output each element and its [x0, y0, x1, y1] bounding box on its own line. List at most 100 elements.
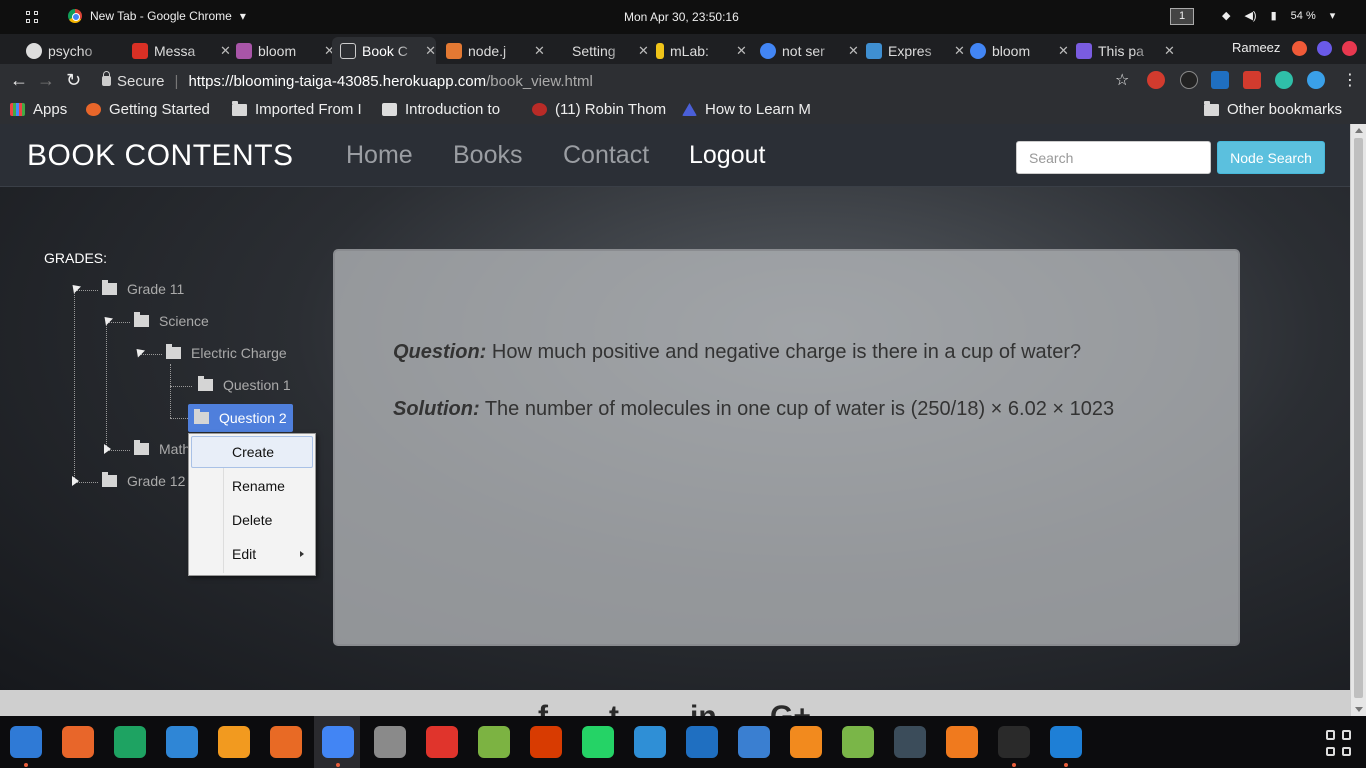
- nav-home[interactable]: Home: [346, 141, 413, 170]
- workspace-indicator[interactable]: 1: [1170, 8, 1194, 25]
- close-window-button[interactable]: [1342, 41, 1357, 56]
- node-search-button[interactable]: Node Search: [1217, 141, 1325, 174]
- adblock-icon[interactable]: [1147, 71, 1165, 89]
- vscode-icon[interactable]: [1050, 726, 1082, 758]
- close-tab-icon[interactable]: ✕: [736, 43, 747, 59]
- expand-toggle-icon[interactable]: [100, 313, 114, 326]
- page-scrollbar[interactable]: [1350, 124, 1366, 716]
- browser-tab[interactable]: Setting ✕: [542, 37, 649, 64]
- menu-item-delete[interactable]: Delete: [191, 504, 313, 536]
- close-tab-icon[interactable]: ✕: [425, 43, 436, 59]
- linkedin-extension-icon[interactable]: [1211, 71, 1229, 89]
- nav-books[interactable]: Books: [453, 141, 522, 170]
- menu-item-rename[interactable]: Rename: [191, 470, 313, 502]
- nav-logout[interactable]: Logout: [689, 141, 765, 170]
- files-icon[interactable]: [10, 726, 42, 758]
- bookmark-other[interactable]: Other bookmarks: [1204, 100, 1342, 118]
- extension-m-icon[interactable]: [1275, 71, 1293, 89]
- forward-button[interactable]: →: [37, 70, 55, 91]
- site-brand[interactable]: BOOK CONTENTS: [27, 139, 294, 173]
- slides-icon[interactable]: [218, 726, 250, 758]
- show-apps-icon[interactable]: [1326, 730, 1352, 756]
- search-input[interactable]: [1016, 141, 1211, 174]
- office-icon[interactable]: [530, 726, 562, 758]
- fish-icon[interactable]: [634, 726, 666, 758]
- activities-icon[interactable]: [26, 11, 38, 23]
- steam-icon[interactable]: [894, 726, 926, 758]
- browser-tab[interactable]: mLab: ✕: [648, 37, 747, 64]
- menu-item-create[interactable]: Create: [191, 436, 313, 468]
- bookmark-star-icon[interactable]: ☆: [1115, 70, 1129, 90]
- browser-tab[interactable]: Expres ✕: [858, 37, 965, 64]
- google-plus-icon[interactable]: G+: [770, 700, 811, 716]
- browser-tab[interactable]: not ser ✕: [752, 37, 859, 64]
- tree-node-math[interactable]: Math: [130, 437, 194, 461]
- tree-node-question-1[interactable]: Question 1: [194, 373, 295, 397]
- scroll-up-icon[interactable]: [1355, 128, 1363, 133]
- tree-node-grade-12[interactable]: Grade 12: [98, 469, 189, 493]
- twitter-icon[interactable]: t: [609, 700, 619, 716]
- address-bar[interactable]: Secure | https://blooming-taiga-43085.he…: [92, 69, 1142, 93]
- collapsed-toggle-icon[interactable]: [104, 444, 111, 454]
- linkedin-icon[interactable]: in: [690, 700, 717, 716]
- whatsapp-icon[interactable]: [582, 726, 614, 758]
- browser-tab[interactable]: This pa ✕: [1068, 37, 1175, 64]
- android-studio-icon[interactable]: [478, 726, 510, 758]
- docs-icon[interactable]: [166, 726, 198, 758]
- folder-icon: [102, 472, 117, 487]
- collapsed-toggle-icon[interactable]: [72, 476, 79, 486]
- clock[interactable]: Mon Apr 30, 23:50:16: [624, 10, 739, 24]
- tree-node-question-2[interactable]: Question 2: [188, 404, 293, 432]
- bookmark-how-to-learn[interactable]: How to Learn M: [682, 101, 811, 118]
- apps-grid-icon: [10, 103, 25, 116]
- pdf-icon[interactable]: [426, 726, 458, 758]
- expand-toggle-icon[interactable]: [68, 281, 82, 294]
- profile-name[interactable]: Rameez: [1232, 40, 1280, 55]
- minimize-button[interactable]: [1292, 41, 1307, 56]
- chrome-icon[interactable]: [322, 726, 354, 758]
- browser-tab[interactable]: node.j ✕: [438, 37, 545, 64]
- software-center-icon[interactable]: [270, 726, 302, 758]
- bookmark-introduction[interactable]: Introduction to: [382, 101, 500, 118]
- back-button[interactable]: ←: [10, 70, 28, 91]
- sheets-icon[interactable]: [114, 726, 146, 758]
- tree-node-grade-11[interactable]: Grade 11: [98, 277, 188, 301]
- chrome-menu-icon[interactable]: ⋮: [1342, 70, 1358, 90]
- vlc-icon[interactable]: [790, 726, 822, 758]
- extension-icon[interactable]: [1180, 71, 1198, 89]
- expand-toggle-icon[interactable]: [132, 345, 146, 358]
- extension-arrow-icon[interactable]: [1243, 71, 1261, 89]
- browser-tab-active[interactable]: Book C ✕: [332, 37, 436, 64]
- terminal-icon[interactable]: [998, 726, 1030, 758]
- active-window-title[interactable]: New Tab - Google Chrome ▾: [68, 9, 246, 23]
- nav-contact[interactable]: Contact: [563, 141, 649, 170]
- settings-icon: [550, 43, 566, 59]
- quora-icon: [532, 103, 547, 116]
- bookmark-getting-started[interactable]: Getting Started: [86, 101, 210, 118]
- remote-icon[interactable]: [686, 726, 718, 758]
- tree-node-electric-charge[interactable]: Electric Charge: [162, 341, 291, 365]
- browser-tab[interactable]: Messa ✕: [124, 37, 231, 64]
- shark-icon[interactable]: [738, 726, 770, 758]
- menu-item-edit[interactable]: Edit: [191, 538, 313, 570]
- scroll-down-icon[interactable]: [1355, 707, 1363, 712]
- browser-tab[interactable]: psycho: [18, 37, 106, 64]
- browser-tab[interactable]: bloom ✕: [962, 37, 1069, 64]
- close-tab-icon[interactable]: ✕: [1164, 43, 1175, 59]
- tree-node-science[interactable]: Science: [130, 309, 213, 333]
- bookmark-robin[interactable]: (11) Robin Thom: [532, 101, 666, 118]
- xampp-icon[interactable]: [946, 726, 978, 758]
- running-indicator: [1012, 763, 1016, 767]
- scrollbar-thumb[interactable]: [1354, 138, 1363, 698]
- firefox-icon[interactable]: [62, 726, 94, 758]
- extension-blue-icon[interactable]: [1307, 71, 1325, 89]
- maximize-button[interactable]: [1317, 41, 1332, 56]
- bookmark-apps[interactable]: Apps: [10, 101, 67, 118]
- reload-button[interactable]: ↻: [66, 70, 81, 91]
- image-viewer-icon[interactable]: [842, 726, 874, 758]
- clock-icon[interactable]: [374, 726, 406, 758]
- browser-tab[interactable]: bloom ✕: [228, 37, 335, 64]
- facebook-icon[interactable]: f: [538, 700, 548, 716]
- system-tray[interactable]: ◆ ◀) ▮ 54 % ▾: [1222, 9, 1335, 23]
- bookmark-imported[interactable]: Imported From I: [232, 100, 362, 118]
